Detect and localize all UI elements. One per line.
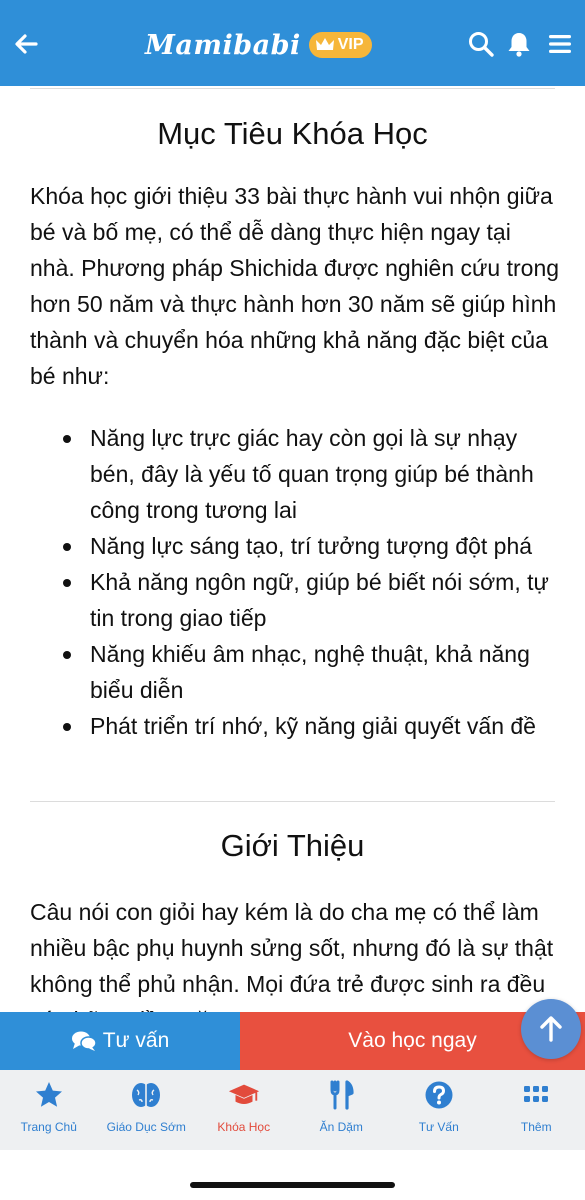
- top-app-bar: Mamibabi VIP: [0, 0, 585, 86]
- back-arrow-icon[interactable]: [10, 28, 42, 60]
- consult-label: Tư vấn: [102, 1029, 170, 1052]
- tab-early-education[interactable]: Giáo Dục Sớm: [98, 1070, 196, 1150]
- intro-title: Giới Thiệu: [220, 828, 365, 863]
- tab-weaning[interactable]: Ăn Dặm: [293, 1070, 391, 1150]
- brain-icon: [129, 1078, 163, 1112]
- arrow-up-icon: [540, 1016, 562, 1042]
- tab-label: Thêm: [520, 1120, 552, 1134]
- course-goal-title: Mục Tiêu Khóa Học: [157, 116, 428, 151]
- consult-button[interactable]: Tư vấn: [0, 1012, 240, 1070]
- divider: [30, 88, 555, 89]
- list-item: Năng khiếu âm nhạc, nghệ thuật, khả năng…: [63, 636, 560, 708]
- intro-paragraph: Câu nói con giỏi hay kém là do cha mẹ có…: [30, 899, 554, 1012]
- start-learning-label: Vào học ngay: [348, 1029, 477, 1052]
- logo-text: Mamibabi: [145, 29, 301, 61]
- tab-label: Giáo Dục Sớm: [106, 1120, 186, 1134]
- tab-label: Tư Vấn: [418, 1120, 459, 1134]
- tab-label: Ăn Dặm: [319, 1120, 363, 1134]
- search-icon[interactable]: [467, 30, 495, 58]
- graduation-cap-icon: [227, 1078, 261, 1112]
- scroll-to-top-button[interactable]: [521, 999, 581, 1059]
- divider: [30, 801, 555, 802]
- tab-courses[interactable]: Khóa Học: [195, 1070, 293, 1150]
- course-goal-paragraph: Khóa học giới thiệu 33 bài thực hành vui…: [30, 183, 560, 389]
- tab-label: Trang Chủ: [20, 1120, 77, 1134]
- crown-icon: [315, 38, 334, 50]
- action-bar: Tư vấn Vào học ngay: [0, 1012, 585, 1070]
- menu-icon[interactable]: [546, 30, 574, 58]
- question-icon: [422, 1078, 456, 1112]
- course-goal-list: Năng lực trực giác hay còn gọi là sự nhạ…: [63, 420, 560, 744]
- vip-label: VIP: [337, 36, 364, 53]
- list-item: Năng lực trực giác hay còn gọi là sự nhạ…: [63, 420, 560, 528]
- vip-badge[interactable]: VIP: [308, 32, 372, 58]
- bottom-tab-bar: Trang Chủ Giáo Dục Sớm Khóa Học Ăn Dặm T…: [0, 1070, 585, 1150]
- tab-more[interactable]: Thêm: [488, 1070, 585, 1150]
- tab-home[interactable]: Trang Chủ: [0, 1070, 98, 1150]
- list-item: Phát triển trí nhớ, kỹ năng giải quyết v…: [63, 708, 560, 744]
- bell-icon[interactable]: [505, 30, 533, 58]
- list-item: Khả năng ngôn ngữ, giúp bé biết nói sớm,…: [63, 564, 560, 636]
- star-icon: [32, 1078, 66, 1112]
- app-logo[interactable]: Mamibabi VIP: [145, 26, 372, 64]
- list-item: Năng lực sáng tạo, trí tưởng tượng đột p…: [63, 528, 560, 564]
- fork-knife-icon: [324, 1078, 358, 1112]
- tab-label: Khóa Học: [217, 1120, 271, 1134]
- home-indicator: [190, 1182, 395, 1188]
- tab-consult[interactable]: Tư Vấn: [390, 1070, 488, 1150]
- course-content[interactable]: Mục Tiêu Khóa Học Khóa học giới thiệu 33…: [0, 86, 585, 1012]
- chat-bubbles-icon: [71, 1031, 97, 1051]
- grid-icon: [519, 1078, 553, 1112]
